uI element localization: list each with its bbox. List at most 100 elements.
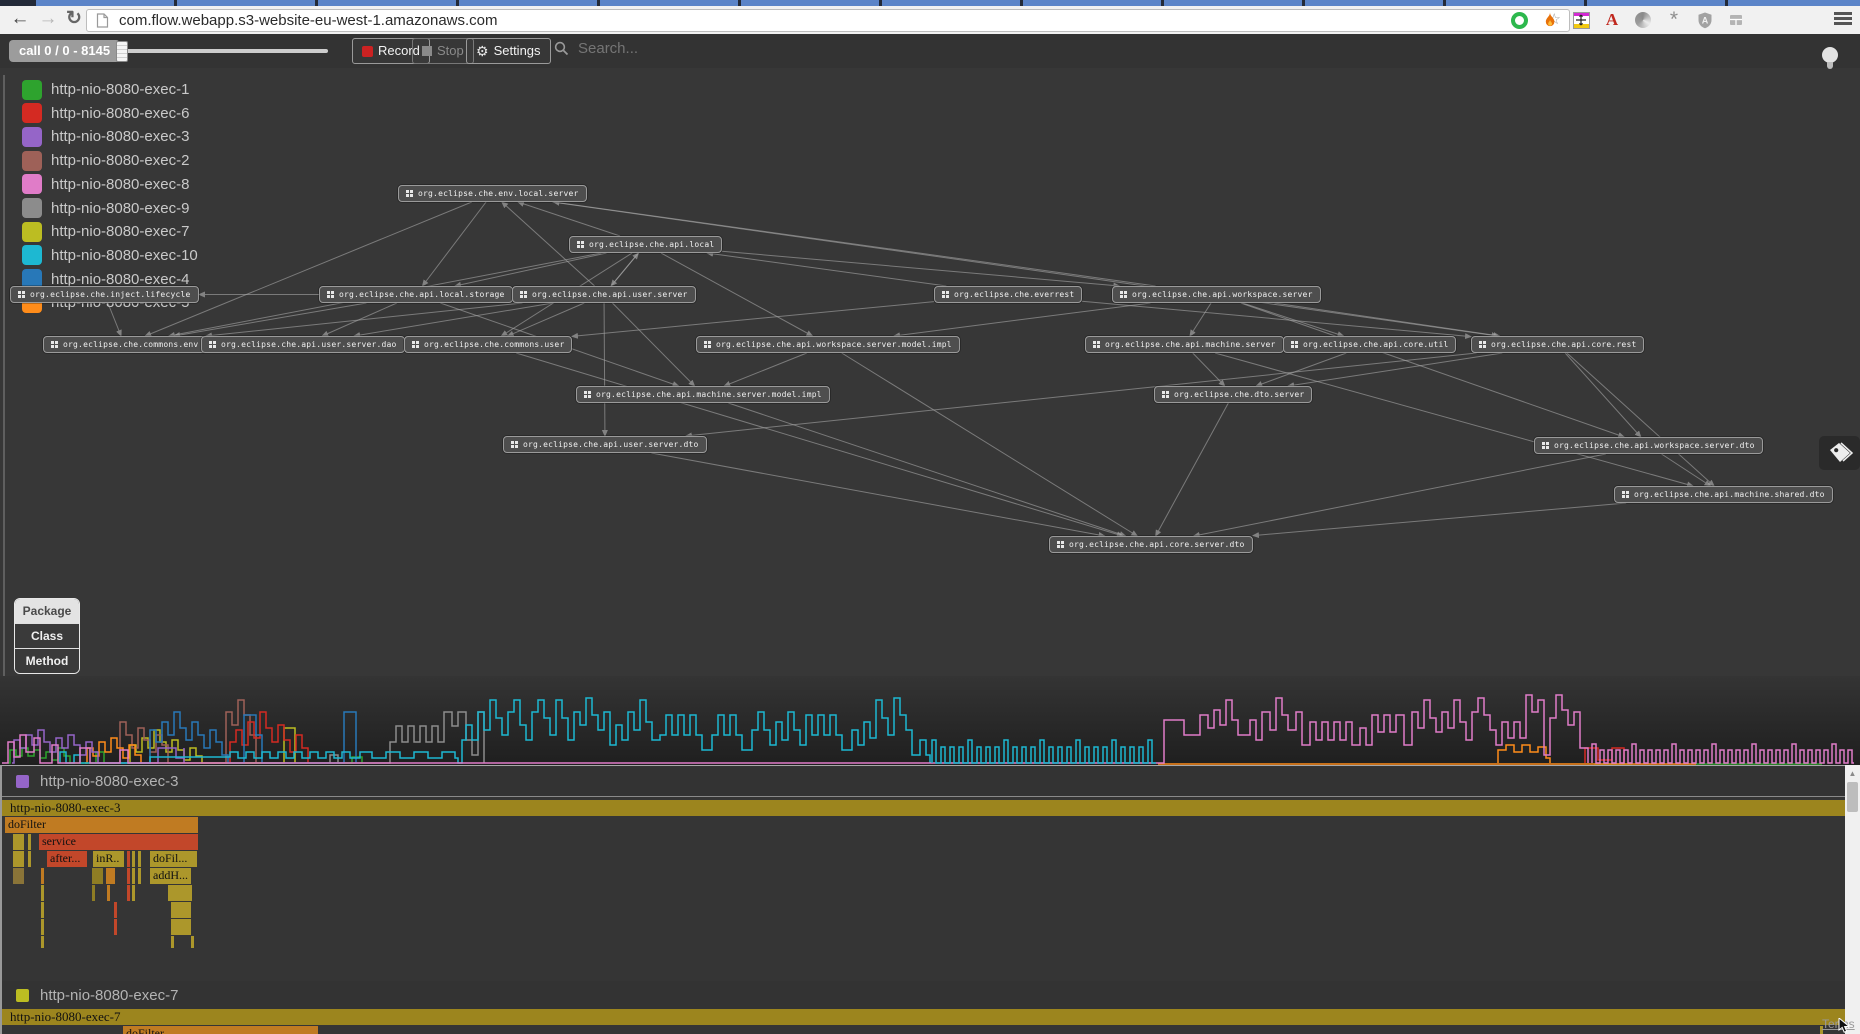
thread-root-frame[interactable]: http-nio-8080-exec-7 (2, 1009, 1845, 1025)
thread-activity-timeline[interactable] (0, 676, 1860, 765)
thread-root-frame[interactable]: http-nio-8080-exec-3 (2, 800, 1845, 816)
thread-section-name: http-nio-8080-exec-7 (40, 987, 178, 1004)
call-frame[interactable] (41, 902, 44, 918)
package-grid-icon (1057, 541, 1060, 544)
package-node[interactable]: org.eclipse.che.api.workspace.server.mod… (696, 336, 960, 353)
package-node-label: org.eclipse.che.api.user.server.dto (523, 440, 699, 449)
call-frame-doFilter[interactable]: doFilter (5, 817, 198, 833)
call-frame[interactable] (41, 885, 44, 901)
thread-section-header[interactable]: http-nio-8080-exec-7 (2, 981, 1845, 1011)
thread-section-header[interactable]: http-nio-8080-exec-3 (2, 767, 1845, 797)
call-frame[interactable] (28, 851, 31, 867)
package-node[interactable]: org.eclipse.che.api.workspace.server (1112, 286, 1321, 303)
dependency-edge (894, 303, 1150, 336)
package-node[interactable]: org.eclipse.che.api.local (569, 236, 722, 253)
package-node[interactable]: org.eclipse.che.api.workspace.server.dto (1534, 437, 1763, 454)
call-frame[interactable] (132, 885, 135, 901)
package-node-label: org.eclipse.che.api.workspace.server.mod… (716, 340, 952, 349)
dependency-edge (1241, 303, 1624, 437)
call-frame-addH[interactable]: addH... (150, 868, 191, 884)
package-node[interactable]: org.eclipse.che.api.local.storage (319, 286, 513, 303)
vertical-scrollbar[interactable]: ▲ (1845, 765, 1860, 1034)
package-node[interactable]: org.eclipse.che.api.core.util (1283, 336, 1456, 353)
call-frame[interactable] (92, 885, 95, 901)
timeline-series (1498, 745, 1550, 763)
call-frame[interactable] (13, 851, 24, 867)
dependency-edge (651, 453, 1104, 536)
dependency-edge (612, 303, 694, 386)
package-node[interactable]: org.eclipse.che.api.machine.server (1085, 336, 1284, 353)
call-frame[interactable] (114, 902, 117, 918)
package-node-label: org.eclipse.che.api.workspace.server.dto (1554, 441, 1755, 450)
package-node[interactable]: org.eclipse.che.api.core.server.dto (1049, 536, 1253, 553)
call-frame-after[interactable]: after... (47, 851, 87, 867)
call-frame[interactable] (41, 936, 44, 948)
call-frame[interactable] (171, 936, 174, 948)
thread-color-swatch (16, 775, 29, 788)
tag-icon (1827, 441, 1853, 465)
package-node-label: org.eclipse.che.api.workspace.server (1132, 290, 1313, 299)
call-frame[interactable] (41, 919, 44, 935)
call-frame[interactable] (171, 919, 191, 935)
package-grid-icon (511, 441, 514, 444)
package-node[interactable]: org.eclipse.che.api.user.server.dao (201, 336, 405, 353)
call-frame-service[interactable]: service (39, 834, 198, 850)
call-frame[interactable] (127, 868, 130, 884)
package-node-label: org.eclipse.che.dto.server (1174, 390, 1304, 399)
call-frame[interactable] (168, 885, 192, 901)
package-grid-icon (412, 341, 415, 344)
package-node[interactable]: org.eclipse.che.dto.server (1154, 386, 1312, 403)
package-node[interactable]: org.eclipse.che.api.machine.server.model… (576, 386, 830, 403)
package-node-label: org.eclipse.che.commons.user (424, 340, 564, 349)
package-node-label: org.eclipse.che.api.core.util (1303, 340, 1448, 349)
call-frame[interactable] (132, 851, 135, 867)
package-node[interactable]: org.eclipse.che.api.user.server.dto (503, 436, 707, 453)
timeline-ticks (932, 740, 1156, 763)
package-node-label: org.eclipse.che.api.machine.shared.dto (1634, 490, 1825, 499)
dependency-edge (552, 202, 1497, 336)
call-frame[interactable] (132, 868, 135, 884)
dependency-edge (572, 302, 934, 337)
call-frame-inR[interactable]: inR.. (93, 851, 124, 867)
package-node[interactable]: org.eclipse.che.api.machine.shared.dto (1614, 486, 1833, 503)
call-frame[interactable] (114, 919, 117, 935)
package-node[interactable]: org.eclipse.che.everrest (934, 286, 1082, 303)
scrollbar-thumb[interactable] (1847, 782, 1858, 812)
tag-button[interactable] (1819, 436, 1860, 470)
dependency-edge (1256, 353, 1346, 386)
call-frame[interactable] (138, 868, 141, 884)
scrollbar-up-arrow[interactable]: ▲ (1845, 767, 1860, 780)
package-node[interactable]: org.eclipse.che.inject.lifecycle (10, 286, 199, 303)
mouse-cursor-icon (1838, 1018, 1852, 1034)
call-frame[interactable] (127, 885, 130, 901)
call-frame[interactable] (41, 868, 44, 884)
call-frame[interactable] (92, 868, 103, 884)
call-frame[interactable] (191, 936, 194, 948)
dependency-edge (1243, 303, 1344, 336)
package-node-label: org.eclipse.che.api.user.server.dao (221, 340, 397, 349)
package-node[interactable]: org.eclipse.che.commons.env (43, 336, 206, 353)
dependency-edge (1565, 353, 1641, 437)
call-tree-panel: http-nio-8080-exec-3 http-nio-8080-exec-3… (0, 765, 1860, 1034)
call-frame[interactable] (13, 868, 24, 884)
package-node-label: org.eclipse.che.api.local (589, 240, 714, 249)
call-frame[interactable] (138, 851, 141, 867)
call-frame[interactable] (106, 868, 115, 884)
package-node[interactable]: org.eclipse.che.commons.user (404, 336, 572, 353)
call-frame[interactable] (127, 851, 130, 867)
call-frame[interactable] (107, 885, 110, 901)
package-node[interactable]: org.eclipse.che.env.local.server (398, 185, 587, 202)
view-button-method[interactable]: Method (15, 648, 79, 673)
call-frame[interactable] (13, 834, 24, 850)
dependency-edge (707, 253, 946, 286)
view-button-package[interactable]: Package (15, 599, 79, 623)
view-button-class[interactable]: Class (15, 623, 79, 648)
package-node-label: org.eclipse.che.api.user.server (532, 290, 688, 299)
package-node[interactable]: org.eclipse.che.api.user.server (512, 286, 696, 303)
package-node-label: org.eclipse.che.everrest (954, 290, 1074, 299)
call-frame[interactable] (171, 902, 191, 918)
call-frame-doFil[interactable]: doFil... (150, 851, 197, 867)
package-node[interactable]: org.eclipse.che.api.core.rest (1471, 336, 1644, 353)
call-frame-doFilter[interactable]: doFilter (123, 1026, 318, 1034)
call-frame[interactable] (28, 834, 31, 850)
